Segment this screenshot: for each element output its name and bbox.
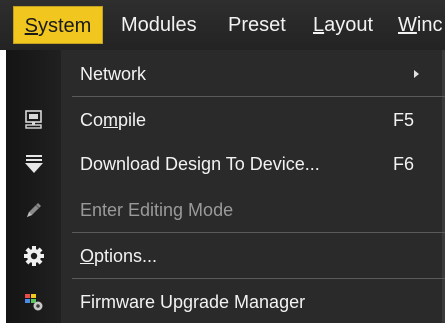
menu-item-label: Compile	[80, 110, 147, 130]
menu-item-label: Firmware Upgrade Manager	[80, 292, 306, 312]
menu-item-label: Enter Editing Mode	[80, 200, 234, 220]
menu-item-label: Options...	[80, 246, 158, 266]
menu-item-network[interactable]: Network	[6, 56, 445, 92]
firmware-icon	[24, 292, 44, 312]
menu-separator	[72, 278, 445, 279]
menu-system[interactable]: System	[13, 6, 103, 44]
menu-bar: System Modules Preset Layout Winc	[0, 0, 445, 50]
menu-preset[interactable]: Preset	[228, 12, 286, 38]
shortcut-label: F6	[393, 154, 415, 174]
menu-layout[interactable]: Layout	[313, 12, 373, 38]
system-dropdown-menu: Network Compile F5 Download Design To De…	[6, 50, 445, 323]
menu-item-firmware-upgrade-manager[interactable]: Firmware Upgrade Manager	[6, 284, 445, 320]
pencil-icon	[24, 200, 44, 220]
menu-separator	[72, 96, 445, 97]
shortcut-label: F5	[393, 110, 415, 130]
menu-window[interactable]: Winc	[398, 12, 442, 38]
menu-item-label: Download Design To Device...	[80, 154, 320, 174]
submenu-arrow-icon	[414, 70, 419, 78]
menu-item-enter-editing-mode[interactable]: Enter Editing Mode	[6, 192, 445, 228]
menu-item-options[interactable]: Options...	[6, 238, 445, 274]
menu-item-download-design[interactable]: Download Design To Device... F6	[6, 146, 445, 182]
menu-item-label: Network	[80, 64, 147, 84]
gear-icon	[24, 246, 44, 266]
background-edge	[0, 323, 445, 329]
computer-icon	[24, 110, 44, 130]
menu-modules[interactable]: Modules	[121, 12, 197, 38]
menu-item-compile[interactable]: Compile F5	[6, 102, 445, 138]
download-icon	[24, 154, 44, 174]
menu-separator	[72, 232, 445, 233]
